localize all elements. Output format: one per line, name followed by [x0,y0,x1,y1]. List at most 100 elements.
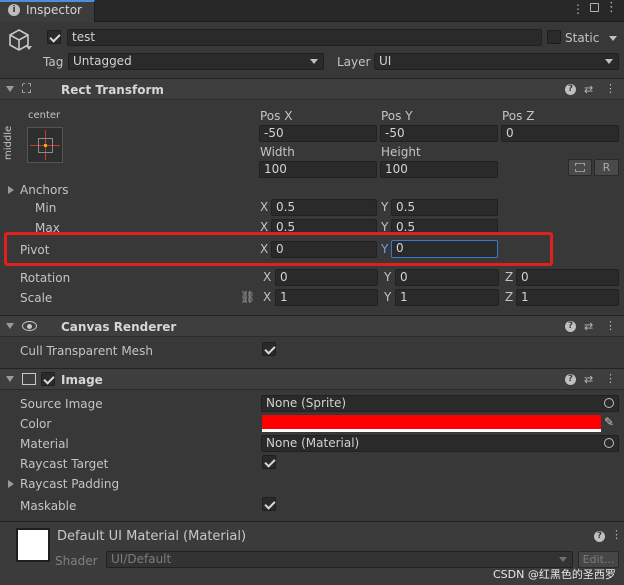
shader-dropdown[interactable]: UI/Default [106,551,573,568]
pos-z-label: Pos Z [502,109,535,123]
context-menu-icon[interactable]: ⋮ [605,319,616,332]
shader-label: Shader [55,554,98,568]
highlight-box [4,232,553,266]
chevron-down-icon [559,557,567,562]
canvas-renderer-title: Canvas Renderer [61,320,177,334]
help-icon[interactable]: ? [565,84,576,95]
cull-label: Cull Transparent Mesh [20,344,153,358]
active-toggle[interactable] [47,30,61,44]
rot-z-field[interactable]: 0 [516,269,619,286]
scale-z-field[interactable]: 1 [516,289,619,306]
foldout-icon[interactable] [6,86,14,92]
maskable-toggle[interactable] [262,497,276,511]
pos-x-label: Pos X [260,109,293,123]
preset-icon[interactable]: ⇄ [584,83,593,96]
image-title: Image [61,373,103,387]
dropdown-arrow-icon[interactable] [26,46,32,50]
rot-x-axis: X [263,270,272,284]
lock-icon[interactable] [590,3,599,12]
rot-y-field[interactable]: 0 [395,269,499,286]
anchor-vertical-label: middle [3,125,14,160]
pos-x-field[interactable]: -50 [259,125,377,142]
help-icon[interactable]: ? [565,374,576,385]
tab-title: Inspector [26,3,82,17]
rot-z-axis: Z [505,270,514,284]
source-image-field[interactable]: None (Sprite) [261,395,619,412]
scale-x-field[interactable]: 1 [275,289,378,306]
tag-label: Tag [43,55,64,69]
raw-edit-button[interactable]: R [594,159,619,176]
image-enabled-toggle[interactable] [41,372,55,386]
width-field[interactable]: 100 [259,161,377,178]
layer-dropdown[interactable]: UI [374,53,619,70]
color-label: Color [20,417,52,431]
scale-y-axis: Y [384,290,392,304]
help-icon[interactable]: ? [565,321,576,332]
rect-transform-title: Rect Transform [61,83,164,97]
image-header[interactable]: Image ? ⇄ ⋮ [0,368,624,390]
pos-y-label: Pos Y [381,109,413,123]
scale-x-axis: X [263,290,272,304]
scale-z-axis: Z [505,290,514,304]
foldout-icon[interactable] [6,376,14,382]
eyedropper-icon[interactable]: ✎ [604,415,614,429]
rot-y-axis: Y [384,270,392,284]
rect-transform-header[interactable]: ⛶ Rect Transform ? ⇄ ⋮ [0,78,624,100]
raycast-target-toggle[interactable] [262,455,276,469]
material-label: Material [20,437,69,451]
scale-y-field[interactable]: 1 [395,289,499,306]
pos-z-field[interactable]: 0 [501,125,619,142]
anchor-presets-button[interactable] [27,127,63,163]
object-picker-icon[interactable] [604,438,614,448]
raycast-padding-label: Raycast Padding [20,477,120,491]
anchor-horizontal-label: center [28,110,61,121]
pos-y-field[interactable]: -50 [380,125,498,142]
preset-icon[interactable]: ⇄ [584,373,593,386]
static-dropdown-icon[interactable] [609,36,617,41]
more-icon[interactable]: ⋮ [572,2,584,16]
anchors-fold-icon[interactable] [8,186,14,194]
raycast-padding-fold-icon[interactable] [8,480,14,488]
material-field[interactable]: None (Material) [261,435,619,452]
height-field[interactable]: 100 [380,161,498,178]
min-x-axis: X [260,200,269,214]
min-y-field[interactable]: 0.5 [391,199,498,216]
tab-inspector[interactable]: i Inspector [0,0,95,22]
context-menu-icon[interactable]: ⋮ [605,372,616,385]
image-icon [22,373,36,385]
layer-label: Layer [337,55,371,69]
material-preview-thumbnail [16,528,50,562]
tag-dropdown[interactable]: Untagged [68,53,324,70]
rot-x-field[interactable]: 0 [275,269,378,286]
object-picker-icon[interactable] [604,398,614,408]
static-toggle[interactable] [547,30,561,44]
watermark: CSDN @红黑色的圣西罗 [493,568,616,581]
maskable-label: Maskable [20,499,77,513]
menu-icon[interactable]: ⋮ [605,0,618,15]
preset-icon[interactable]: ⇄ [584,320,593,333]
name-field[interactable]: test [67,29,542,46]
cull-toggle[interactable] [262,342,276,356]
gameobject-icon [7,27,31,56]
width-label: Width [260,145,295,159]
chevron-down-icon [310,59,318,64]
color-swatch[interactable] [262,415,601,432]
blueprint-icon [575,163,585,172]
blueprint-mode-button[interactable] [568,159,592,176]
rect-transform-icon: ⛶ [22,82,32,97]
min-label: Min [35,201,57,215]
source-image-label: Source Image [20,397,103,411]
shader-edit-button[interactable]: Edit... [578,551,619,568]
material-title: Default UI Material (Material) [57,529,247,544]
foldout-icon[interactable] [6,323,14,329]
static-label: Static [565,31,600,45]
min-x-field[interactable]: 0.5 [271,199,377,216]
context-menu-icon[interactable]: ⋮ [611,528,622,541]
scale-label: Scale [20,291,53,305]
canvas-renderer-header[interactable]: Canvas Renderer ? ⇄ ⋮ [0,315,624,337]
anchors-label: Anchors [20,183,69,197]
help-icon[interactable]: ? [594,531,605,542]
context-menu-icon[interactable]: ⋮ [605,82,616,95]
constrain-proportions-icon[interactable]: ⛓ [240,290,255,304]
height-label: Height [381,145,421,159]
